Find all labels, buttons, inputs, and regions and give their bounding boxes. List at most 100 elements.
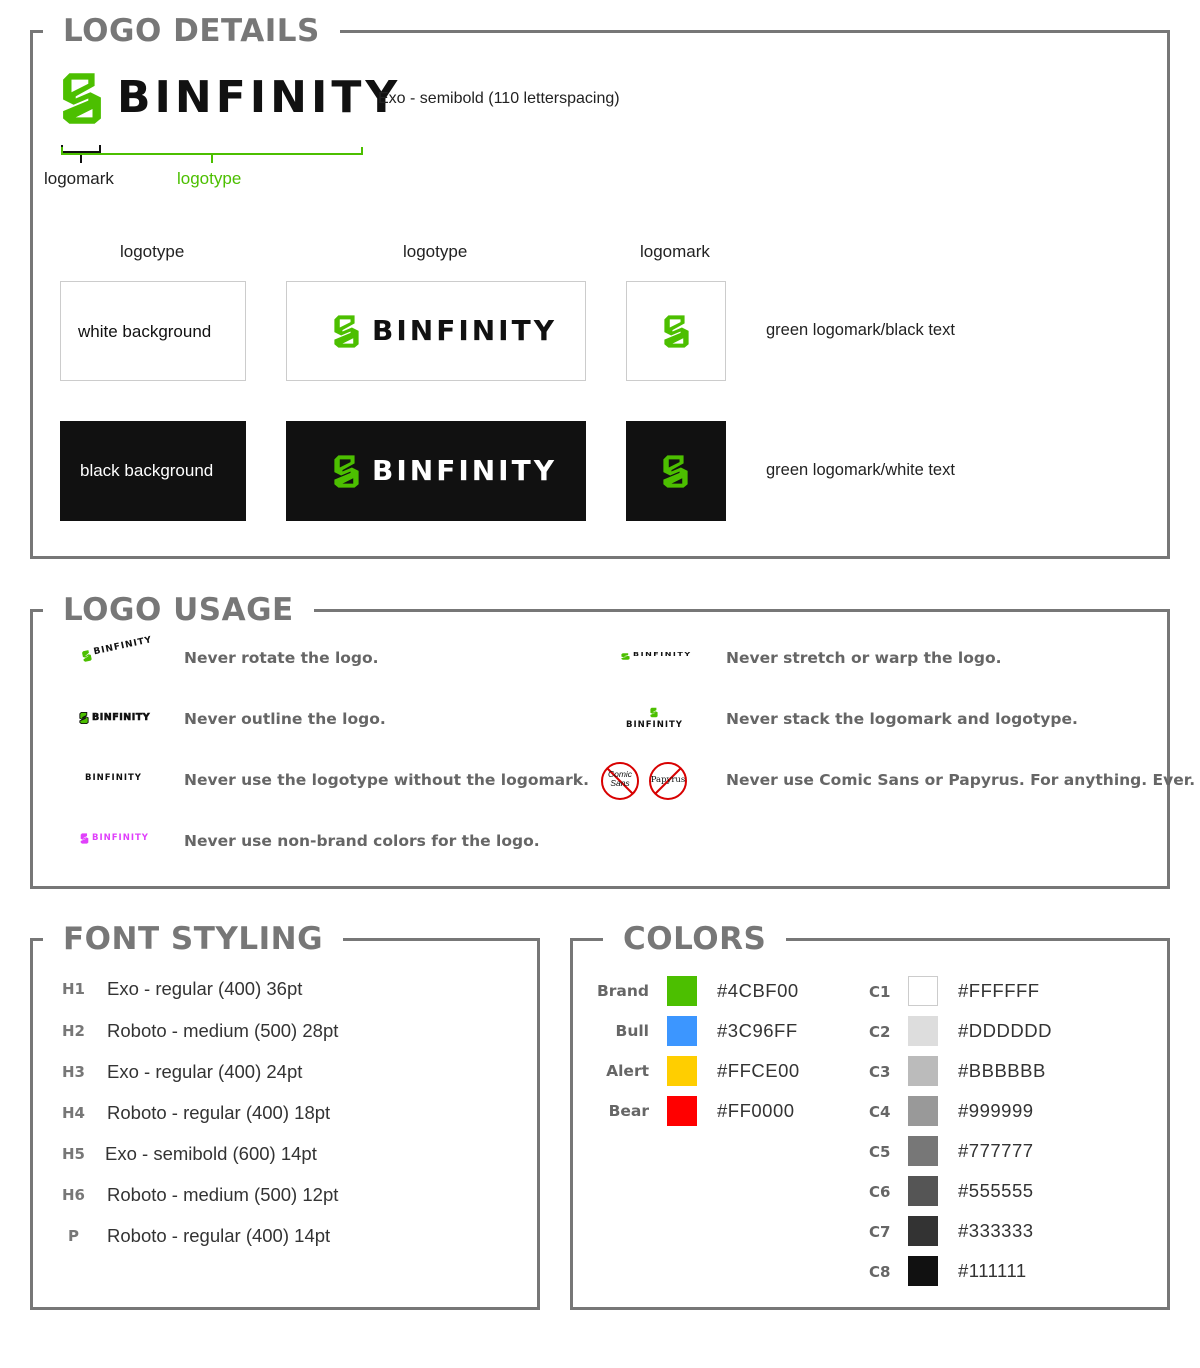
logomark-on-white bbox=[626, 281, 726, 381]
logotype-wordmark: BINFINITY bbox=[372, 454, 557, 487]
color-swatch bbox=[667, 1096, 697, 1126]
gray-hex: #111111 bbox=[958, 1260, 1027, 1281]
usage-rule: Never stretch or warp the logo. bbox=[726, 649, 1002, 667]
gray-swatch bbox=[908, 1256, 938, 1286]
usage-rule: Never use Comic Sans or Papyrus. For any… bbox=[726, 771, 1196, 789]
color-hex: #3C96FF bbox=[717, 1020, 798, 1041]
black-row-note: green logomark/white text bbox=[766, 461, 955, 479]
font-styling-heading: FONT STYLING bbox=[43, 921, 344, 957]
color-name: Bull bbox=[615, 1022, 649, 1040]
gray-swatch bbox=[908, 1136, 938, 1166]
logomark-icon bbox=[650, 707, 658, 718]
logomark-icon bbox=[333, 454, 360, 489]
gray-hex: #BBBBBB bbox=[958, 1060, 1046, 1081]
white-row-note: green logomark/black text bbox=[766, 321, 955, 339]
font-style-code: H3 bbox=[62, 1063, 85, 1081]
gray-swatch bbox=[908, 1216, 938, 1246]
logo-on-white: BINFINITY bbox=[286, 281, 586, 381]
color-hex: #FF0000 bbox=[717, 1100, 795, 1121]
logomark-on-black bbox=[626, 421, 726, 521]
gray-swatch bbox=[908, 1016, 938, 1046]
gray-code: C7 bbox=[869, 1223, 891, 1241]
gray-code: C3 bbox=[869, 1063, 891, 1081]
font-style-code: H1 bbox=[62, 980, 85, 998]
gray-hex: #999999 bbox=[958, 1100, 1034, 1121]
usage-rule: Never use non-brand colors for the logo. bbox=[184, 832, 540, 850]
colors-panel: COLORS Brand #4CBF00 Bull #3C96FF Alert #FFCE… bbox=[570, 921, 1170, 1310]
logotype-wordmark: BINFINITY bbox=[117, 72, 402, 123]
logo-details-heading: LOGO DETAILS bbox=[43, 13, 340, 49]
logotype-wordmark: BINFINITY bbox=[92, 712, 151, 724]
logomark-icon bbox=[79, 712, 89, 724]
usage-rule: Never use the logotype without the logom… bbox=[184, 771, 589, 789]
logotype-only-example: BINFINITY bbox=[85, 773, 142, 783]
font-style-code: H2 bbox=[62, 1022, 85, 1040]
font-styling-panel: FONT STYLING H1 Exo - regular (400) 36pt H… bbox=[30, 921, 540, 1310]
logo-details-panel: LOGO DETAILS BINFINITY Exo - semibold (1… bbox=[30, 13, 1170, 559]
colors-heading: COLORS bbox=[603, 921, 787, 957]
gray-hex: #DDDDDD bbox=[958, 1020, 1052, 1041]
color-swatch bbox=[667, 1056, 697, 1086]
gray-hex: #333333 bbox=[958, 1220, 1034, 1241]
color-name: Alert bbox=[606, 1062, 649, 1080]
logotype-bracket-tick bbox=[211, 155, 213, 163]
gray-swatch bbox=[908, 1056, 938, 1086]
font-style-code: H6 bbox=[62, 1186, 85, 1204]
logomark-icon bbox=[621, 653, 630, 660]
color-swatch bbox=[667, 976, 697, 1006]
gray-hex: #555555 bbox=[958, 1180, 1034, 1201]
logomark-icon bbox=[80, 833, 89, 844]
font-style-description: Roboto - medium (500) 28pt bbox=[107, 1020, 339, 1041]
gray-code: C8 bbox=[869, 1263, 891, 1281]
no-comic-sans-icon: Comic Sans bbox=[600, 761, 640, 801]
gray-swatch bbox=[908, 1096, 938, 1126]
logotype-wordmark: BINFINITY bbox=[92, 635, 154, 658]
gray-hex: #FFFFFF bbox=[958, 980, 1040, 1001]
logotype-wordmark: BINFINITY bbox=[633, 652, 692, 658]
gray-swatch bbox=[908, 1176, 938, 1206]
logomark-icon bbox=[81, 649, 92, 663]
usage-rule: Never rotate the logo. bbox=[184, 649, 379, 667]
papyrus-label: Papyrus bbox=[650, 775, 686, 785]
logo-on-black: BINFINITY bbox=[286, 421, 586, 521]
logo-usage-heading: LOGO USAGE bbox=[43, 592, 314, 628]
font-style-code: H5 bbox=[62, 1145, 85, 1163]
logomark-label: logomark bbox=[44, 169, 114, 188]
logo-usage-panel: LOGO USAGE BINFINITY Never rotate the lo… bbox=[30, 592, 1195, 889]
logotype-bracket bbox=[61, 147, 363, 155]
column-label-logotype-2: logotype bbox=[403, 242, 468, 261]
white-background-label: white background bbox=[78, 322, 212, 341]
gray-code: C4 bbox=[869, 1103, 891, 1121]
font-note: Exo - semibold (110 letterspacing) bbox=[378, 90, 620, 107]
font-style-description: Exo - semibold (600) 14pt bbox=[105, 1143, 317, 1164]
logomark-icon bbox=[61, 71, 103, 126]
font-style-description: Roboto - regular (400) 18pt bbox=[107, 1102, 331, 1123]
logotype-wordmark: BINFINITY bbox=[92, 833, 149, 843]
font-style-description: Exo - regular (400) 36pt bbox=[107, 978, 303, 999]
font-style-description: Roboto - medium (500) 12pt bbox=[107, 1184, 339, 1205]
black-background-swatch: black background bbox=[60, 421, 246, 521]
font-style-code: H4 bbox=[62, 1104, 85, 1122]
color-swatch bbox=[667, 1016, 697, 1046]
usage-rule: Never outline the logo. bbox=[184, 710, 386, 728]
color-hex: #FFCE00 bbox=[717, 1060, 800, 1081]
color-name: Brand bbox=[596, 982, 649, 1000]
font-style-code: P bbox=[68, 1227, 79, 1245]
color-hex: #4CBF00 bbox=[717, 980, 799, 1001]
gray-hex: #777777 bbox=[958, 1140, 1034, 1161]
gray-code: C1 bbox=[869, 983, 891, 1001]
column-label-logomark: logomark bbox=[640, 242, 710, 261]
logotype-wordmark: BINFINITY bbox=[372, 314, 557, 347]
font-style-description: Exo - regular (400) 24pt bbox=[107, 1061, 303, 1082]
black-background-label: black background bbox=[80, 461, 214, 480]
logotype-label: logotype bbox=[177, 169, 242, 188]
gray-swatch bbox=[908, 976, 938, 1006]
gray-code: C2 bbox=[869, 1023, 891, 1041]
font-style-description: Roboto - regular (400) 14pt bbox=[107, 1225, 331, 1246]
gray-code: C5 bbox=[869, 1143, 891, 1161]
logotype-wordmark: BINFINITY bbox=[626, 720, 683, 730]
logomark-icon bbox=[333, 314, 360, 349]
logomark-icon bbox=[662, 454, 689, 489]
no-papyrus-icon: Papyrus bbox=[648, 761, 688, 801]
color-name: Bear bbox=[608, 1102, 649, 1120]
